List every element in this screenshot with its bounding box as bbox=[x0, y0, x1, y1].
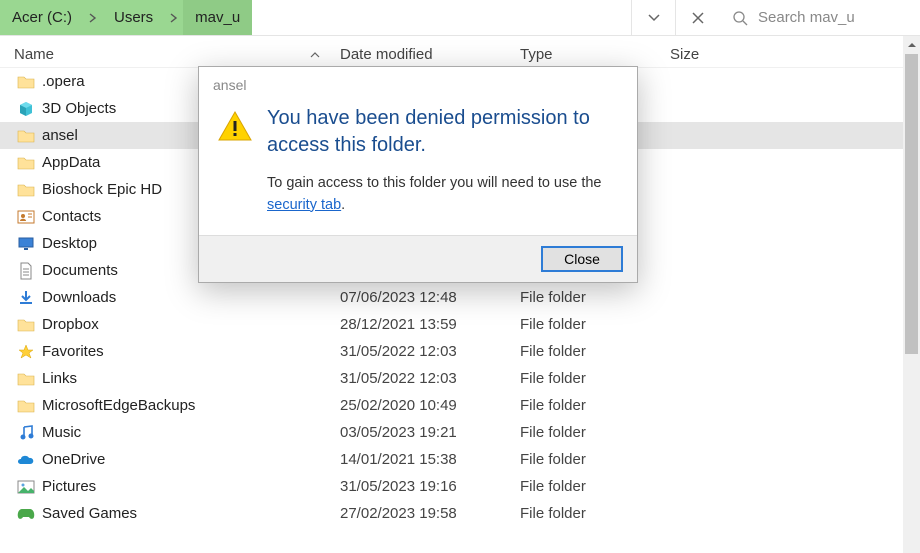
item-type: File folder bbox=[520, 505, 670, 522]
chevron-right-icon[interactable] bbox=[84, 0, 102, 35]
dialog-footer: Close bbox=[199, 235, 637, 282]
folder-icon bbox=[16, 180, 36, 200]
item-type: File folder bbox=[520, 343, 670, 360]
column-name[interactable]: Name bbox=[0, 46, 340, 63]
pictures-icon bbox=[16, 477, 36, 497]
column-headers: Name Date modified Type Size bbox=[0, 36, 920, 68]
list-item[interactable]: MicrosoftEdgeBackups25/02/2020 10:49File… bbox=[0, 392, 920, 419]
dialog-heading: You have been denied permission to acces… bbox=[267, 105, 619, 159]
favorites-icon bbox=[16, 342, 36, 362]
column-type[interactable]: Type bbox=[520, 46, 670, 63]
item-name: Dropbox bbox=[42, 316, 340, 333]
scrollbar[interactable] bbox=[903, 36, 920, 553]
item-name: OneDrive bbox=[42, 451, 340, 468]
item-date: 27/02/2023 19:58 bbox=[340, 505, 520, 522]
breadcrumb-part-root[interactable]: Acer (C:) bbox=[0, 0, 84, 35]
item-date: 07/06/2023 12:48 bbox=[340, 289, 520, 306]
history-dropdown-button[interactable] bbox=[632, 0, 676, 35]
savedgames-icon bbox=[16, 504, 36, 524]
sort-indicator-icon bbox=[310, 52, 320, 58]
music-icon bbox=[16, 423, 36, 443]
permission-denied-dialog: ansel You have been denied permission to… bbox=[198, 66, 638, 283]
list-item[interactable]: Music03/05/2023 19:21File folder bbox=[0, 419, 920, 446]
breadcrumb-part-current[interactable]: mav_u bbox=[183, 0, 252, 35]
close-path-button[interactable] bbox=[676, 0, 720, 35]
item-name: Downloads bbox=[42, 289, 340, 306]
breadcrumb[interactable]: Acer (C:) Users mav_u bbox=[0, 0, 252, 35]
folder-icon bbox=[16, 72, 36, 92]
item-type: File folder bbox=[520, 451, 670, 468]
scroll-up-icon[interactable] bbox=[903, 36, 920, 53]
dialog-message: To gain access to this folder you will n… bbox=[267, 173, 619, 217]
close-button[interactable]: Close bbox=[541, 246, 623, 272]
3d-icon bbox=[16, 99, 36, 119]
onedrive-icon bbox=[16, 450, 36, 470]
documents-icon bbox=[16, 261, 36, 281]
list-item[interactable]: Dropbox28/12/2021 13:59File folder bbox=[0, 311, 920, 338]
item-type: File folder bbox=[520, 289, 670, 306]
list-item[interactable]: Saved Games27/02/2023 19:58File folder bbox=[0, 500, 920, 527]
scroll-thumb[interactable] bbox=[905, 54, 918, 354]
item-date: 14/01/2021 15:38 bbox=[340, 451, 520, 468]
item-name: Saved Games bbox=[42, 505, 340, 522]
list-item[interactable]: OneDrive14/01/2021 15:38File folder bbox=[0, 446, 920, 473]
search-placeholder: Search mav_u bbox=[758, 9, 855, 26]
item-name: Favorites bbox=[42, 343, 340, 360]
item-date: 28/12/2021 13:59 bbox=[340, 316, 520, 333]
list-item[interactable]: Links31/05/2022 12:03File folder bbox=[0, 365, 920, 392]
item-name: Music bbox=[42, 424, 340, 441]
folder-icon bbox=[16, 153, 36, 173]
search-icon bbox=[732, 10, 748, 26]
folder-icon bbox=[16, 126, 36, 146]
folder-icon bbox=[16, 396, 36, 416]
links-icon bbox=[16, 369, 36, 389]
breadcrumb-part-users[interactable]: Users bbox=[102, 0, 165, 35]
item-type: File folder bbox=[520, 478, 670, 495]
item-type: File folder bbox=[520, 370, 670, 387]
item-date: 03/05/2023 19:21 bbox=[340, 424, 520, 441]
item-name: Pictures bbox=[42, 478, 340, 495]
column-date[interactable]: Date modified bbox=[340, 46, 520, 63]
downloads-icon bbox=[16, 288, 36, 308]
item-name: Links bbox=[42, 370, 340, 387]
desktop-icon bbox=[16, 234, 36, 254]
item-type: File folder bbox=[520, 397, 670, 414]
security-tab-link[interactable]: security tab bbox=[267, 197, 341, 213]
item-date: 31/05/2022 12:03 bbox=[340, 343, 520, 360]
list-item[interactable]: Favorites31/05/2022 12:03File folder bbox=[0, 338, 920, 365]
item-type: File folder bbox=[520, 424, 670, 441]
item-name: MicrosoftEdgeBackups bbox=[42, 397, 340, 414]
column-size[interactable]: Size bbox=[670, 46, 760, 63]
item-type: File folder bbox=[520, 316, 670, 333]
dialog-title: ansel bbox=[199, 67, 637, 97]
item-date: 25/02/2020 10:49 bbox=[340, 397, 520, 414]
item-date: 31/05/2022 12:03 bbox=[340, 370, 520, 387]
chevron-right-icon[interactable] bbox=[165, 0, 183, 35]
item-date: 31/05/2023 19:16 bbox=[340, 478, 520, 495]
address-toolbar: Acer (C:) Users mav_u Search mav_u bbox=[0, 0, 920, 36]
warning-icon bbox=[217, 105, 253, 217]
list-item[interactable]: Downloads07/06/2023 12:48File folder bbox=[0, 284, 920, 311]
list-item[interactable]: Pictures31/05/2023 19:16File folder bbox=[0, 473, 920, 500]
search-box[interactable]: Search mav_u bbox=[720, 0, 920, 35]
contacts-icon bbox=[16, 207, 36, 227]
dropbox-icon bbox=[16, 315, 36, 335]
address-blank[interactable] bbox=[252, 0, 632, 35]
